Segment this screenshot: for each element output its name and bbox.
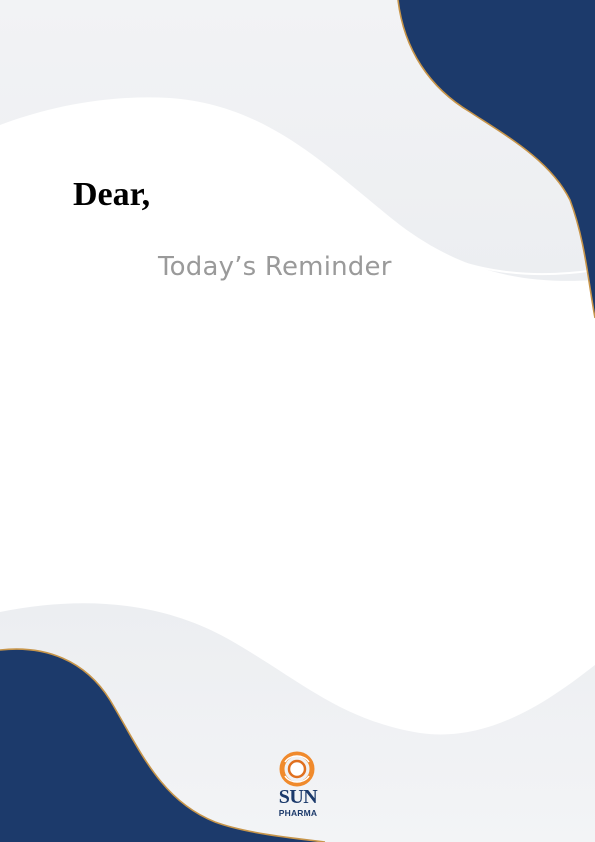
- brand-subname: PHARMA: [278, 808, 318, 818]
- brand-logo: SUN PHARMA: [268, 750, 328, 822]
- greeting: Dear,: [73, 176, 151, 213]
- sun-pharma-logo-icon: [279, 751, 315, 787]
- background-decoration: [0, 0, 595, 842]
- page-subtitle: Today’s Reminder: [158, 252, 392, 282]
- brand-name: SUN: [278, 786, 318, 808]
